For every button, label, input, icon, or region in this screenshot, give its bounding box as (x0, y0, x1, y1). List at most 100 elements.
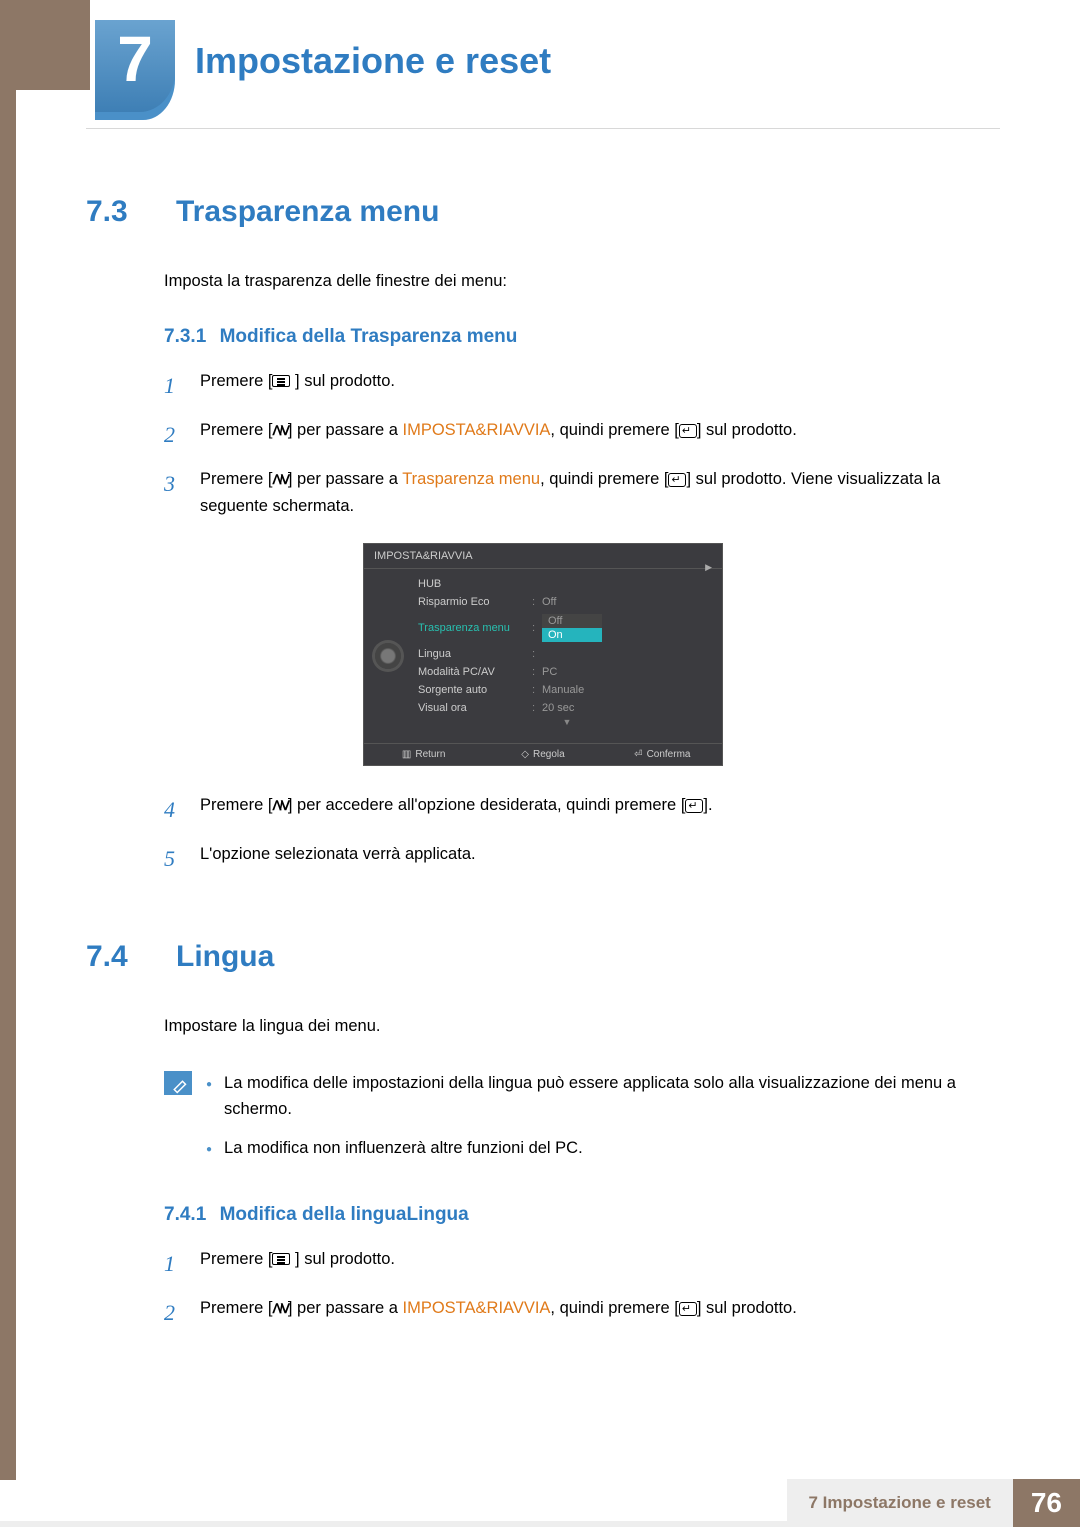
text: ] per passare a (288, 470, 402, 488)
subsection-7-4-1: 7.4.1 Modifica della linguaLingua (164, 1204, 1000, 1226)
section-7-4-heading: 7.4 Lingua (86, 940, 1000, 974)
osd-menu-list: HUB Risparmio Eco:Off Trasparenza menu:O… (412, 569, 722, 743)
osd-label: Sorgente auto (412, 684, 532, 696)
osd-value: PC (542, 666, 722, 678)
section-title: Trasparenza menu (176, 195, 439, 229)
chevron-down-icon: ▼ (412, 717, 722, 731)
osd-value: 20 sec (542, 702, 722, 714)
footer-text: 7 Impostazione e reset (787, 1479, 1013, 1527)
steps-7-3-1: 1 Premere [ ] sul prodotto. 2 Premere [ᐱ… (164, 368, 1000, 519)
osd-value: Off (542, 596, 722, 608)
step-number: 2 (164, 417, 182, 452)
enter-icon (679, 1302, 697, 1316)
osd-label: Visual ora (412, 702, 532, 714)
osd-footer-confirm: Conferma (647, 749, 691, 760)
text: , quindi premere [ (550, 1299, 678, 1317)
text: Premere [ (200, 372, 272, 390)
updown-icon: ᐱ/ᐯ (272, 798, 287, 813)
text: , quindi premere [ (550, 421, 678, 439)
step-number: 1 (164, 1246, 182, 1281)
bullet-icon: ● (206, 1142, 212, 1162)
step-2: 2 Premere [ᐱ/ᐯ] per passare a IMPOSTA&RI… (164, 1295, 1000, 1330)
osd-label: HUB (412, 578, 532, 590)
text: ] sul prodotto. (290, 1250, 395, 1268)
text: ] per passare a (288, 421, 403, 439)
step-3: 3 Premere [ᐱ/ᐯ] per passare a Trasparenz… (164, 466, 1000, 519)
step-number: 5 (164, 841, 182, 876)
note-icon (164, 1071, 192, 1095)
note-text: La modifica non influenzerà altre funzio… (224, 1136, 583, 1162)
text: ] sul prodotto. (697, 1299, 797, 1317)
osd-value: Manuale (542, 684, 722, 696)
chapter-title: Impostazione e reset (195, 40, 551, 82)
subsection-title: Modifica della Trasparenza menu (220, 326, 518, 347)
note-block: ● La modifica delle impostazioni della li… (164, 1071, 1000, 1176)
subsection-7-3-1: 7.3.1 Modifica della Trasparenza menu (164, 326, 1000, 348)
osd-option-selected: On (542, 628, 602, 642)
text: Premere [ (200, 1250, 272, 1268)
step-2: 2 Premere [ᐱ/ᐯ] per passare a IMPOSTA&RI… (164, 417, 1000, 452)
section-number: 7.4 (86, 940, 146, 974)
step-number: 3 (164, 466, 182, 519)
chapter-number: 7 (95, 20, 175, 112)
highlight: Trasparenza menu (402, 470, 540, 488)
text: L'opzione selezionata verrà applicata. (200, 841, 1000, 876)
section-intro: Impostare la lingua dei menu. (164, 1014, 1000, 1039)
menu-icon (272, 375, 290, 387)
bullet-icon: ● (206, 1077, 212, 1122)
header-divider (86, 128, 1000, 129)
osd-label: Modalità PC/AV (412, 666, 532, 678)
osd-label: Lingua (412, 648, 532, 660)
enter-icon (679, 424, 697, 438)
step-number: 4 (164, 792, 182, 827)
step-5: 5 L'opzione selezionata verrà applicata. (164, 841, 1000, 876)
diamond-icon: ◇ (521, 749, 529, 760)
gear-icon (375, 643, 401, 669)
section-intro: Imposta la trasparenza delle finestre de… (164, 269, 1000, 294)
updown-icon: ᐱ/ᐯ (272, 1301, 287, 1316)
highlight: IMPOSTA&RIAVVIA (403, 421, 551, 439)
osd-footer-adjust: Regola (533, 749, 565, 760)
text: ] per accedere all'opzione desiderata, q… (288, 796, 686, 814)
step-1: 1 Premere [ ] sul prodotto. (164, 1246, 1000, 1281)
osd-option: Off (542, 614, 602, 628)
text: , quindi premere [ (540, 470, 668, 488)
osd-footer-return: Return (415, 749, 445, 760)
note-text: La modifica delle impostazioni della lin… (224, 1071, 1000, 1122)
step-number: 2 (164, 1295, 182, 1330)
section-number: 7.3 (86, 195, 146, 229)
text: Premere [ (200, 1299, 272, 1317)
subsection-number: 7.4.1 (164, 1204, 206, 1225)
step-1: 1 Premere [ ] sul prodotto. (164, 368, 1000, 403)
enter-icon (668, 473, 686, 487)
text: Premere [ (200, 470, 272, 488)
osd-header: IMPOSTA&RIAVVIA (364, 544, 722, 569)
text: ] sul prodotto. (290, 372, 395, 390)
updown-icon: ᐱ/ᐯ (272, 423, 287, 438)
step-number: 1 (164, 368, 182, 403)
osd-screenshot: IMPOSTA&RIAVVIA HUB Risparmio Eco:Off Tr… (363, 543, 723, 766)
enter-icon (685, 799, 703, 813)
subsection-number: 7.3.1 (164, 326, 206, 347)
section-7-3-heading: 7.3 Trasparenza menu (86, 195, 1000, 229)
steps-7-3-1-cont: 4 Premere [ᐱ/ᐯ] per accedere all'opzione… (164, 792, 1000, 876)
subsection-title: Modifica della linguaLingua (220, 1204, 469, 1225)
text: ] per passare a (288, 1299, 403, 1317)
footer-bar (0, 1521, 905, 1527)
side-strip (0, 0, 16, 1480)
steps-7-4-1: 1 Premere [ ] sul prodotto. 2 Premere [ᐱ… (164, 1246, 1000, 1330)
page-footer: 7 Impostazione e reset 76 (787, 1479, 1080, 1527)
enter-icon: ⏎ (634, 749, 642, 760)
page-number: 76 (1013, 1479, 1080, 1527)
highlight: IMPOSTA&RIAVVIA (403, 1299, 551, 1317)
chapter-badge: 7 (95, 20, 175, 120)
text: ] sul prodotto. (697, 421, 797, 439)
updown-icon: ᐱ/ᐯ (272, 472, 287, 487)
menu-icon: ▥ (402, 749, 411, 760)
osd-footer: ▥ Return ◇ Regola ⏎ Conferma (364, 743, 722, 765)
text: ]. (703, 796, 712, 814)
text: Premere [ (200, 796, 272, 814)
menu-icon (272, 1253, 290, 1265)
osd-side-icon (364, 569, 412, 743)
osd-label: Risparmio Eco (412, 596, 532, 608)
